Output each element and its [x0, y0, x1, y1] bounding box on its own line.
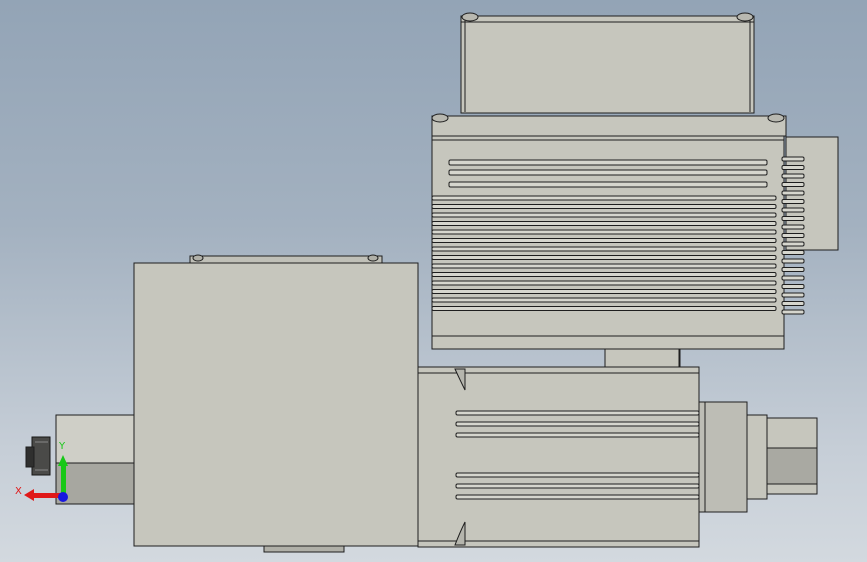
fin-slot	[448, 169, 768, 176]
fin-tip	[781, 301, 805, 306]
fin-slot	[448, 181, 768, 188]
output-shaft	[698, 401, 818, 513]
fin-tip	[781, 165, 805, 170]
fin-tip	[781, 199, 805, 204]
fin-slot	[431, 195, 777, 201]
fin-tip	[781, 173, 805, 179]
z-axis-dot	[58, 492, 68, 502]
fin-tip	[781, 258, 805, 264]
y-axis-arrow	[61, 462, 66, 496]
fin-slot	[431, 229, 777, 235]
fin-slot	[431, 289, 777, 294]
fin-tip	[781, 275, 805, 281]
fin-slot	[431, 280, 777, 286]
valve-block	[133, 254, 419, 553]
fin-slot	[431, 255, 777, 260]
fin-tip	[781, 156, 805, 162]
fin-tip	[781, 292, 805, 298]
model-drawing	[24, 12, 839, 553]
motor-housing	[417, 366, 700, 548]
cad-viewport[interactable]: X Y	[0, 0, 867, 562]
fin-tip	[781, 250, 805, 255]
cover-screw-left	[461, 12, 479, 22]
fin-slot	[431, 306, 777, 311]
side-fitting	[25, 414, 135, 505]
fin-tip	[781, 190, 805, 196]
fin-slot	[431, 297, 777, 303]
motor-fin	[455, 410, 700, 416]
fin-tip	[781, 233, 805, 238]
fin-tip	[781, 216, 805, 221]
motor-fin	[455, 432, 700, 438]
motor-fin	[455, 494, 700, 500]
fin-tip	[781, 241, 805, 247]
fin-tip	[781, 309, 805, 315]
fin-tip	[781, 284, 805, 289]
fin-slot	[431, 238, 777, 243]
fin-tip	[781, 207, 805, 213]
motor-fin	[455, 421, 700, 427]
x-axis-label: X	[15, 486, 22, 497]
junction-box-cover	[460, 12, 755, 114]
fin-slot	[448, 159, 768, 166]
fin-slot	[431, 221, 777, 226]
y-axis-label: Y	[59, 441, 66, 452]
fin-slot	[431, 246, 777, 252]
motor-fin	[455, 483, 700, 489]
fin-tip	[781, 182, 805, 187]
fin-slot	[431, 204, 777, 209]
fin-slot	[431, 272, 777, 277]
fin-slot	[431, 263, 777, 269]
fin-tip	[781, 224, 805, 230]
hex-nut	[31, 436, 51, 476]
motor-fin	[455, 472, 700, 478]
fin-tip	[781, 267, 805, 272]
fin-slot	[431, 212, 777, 218]
cover-screw-right	[736, 12, 754, 22]
